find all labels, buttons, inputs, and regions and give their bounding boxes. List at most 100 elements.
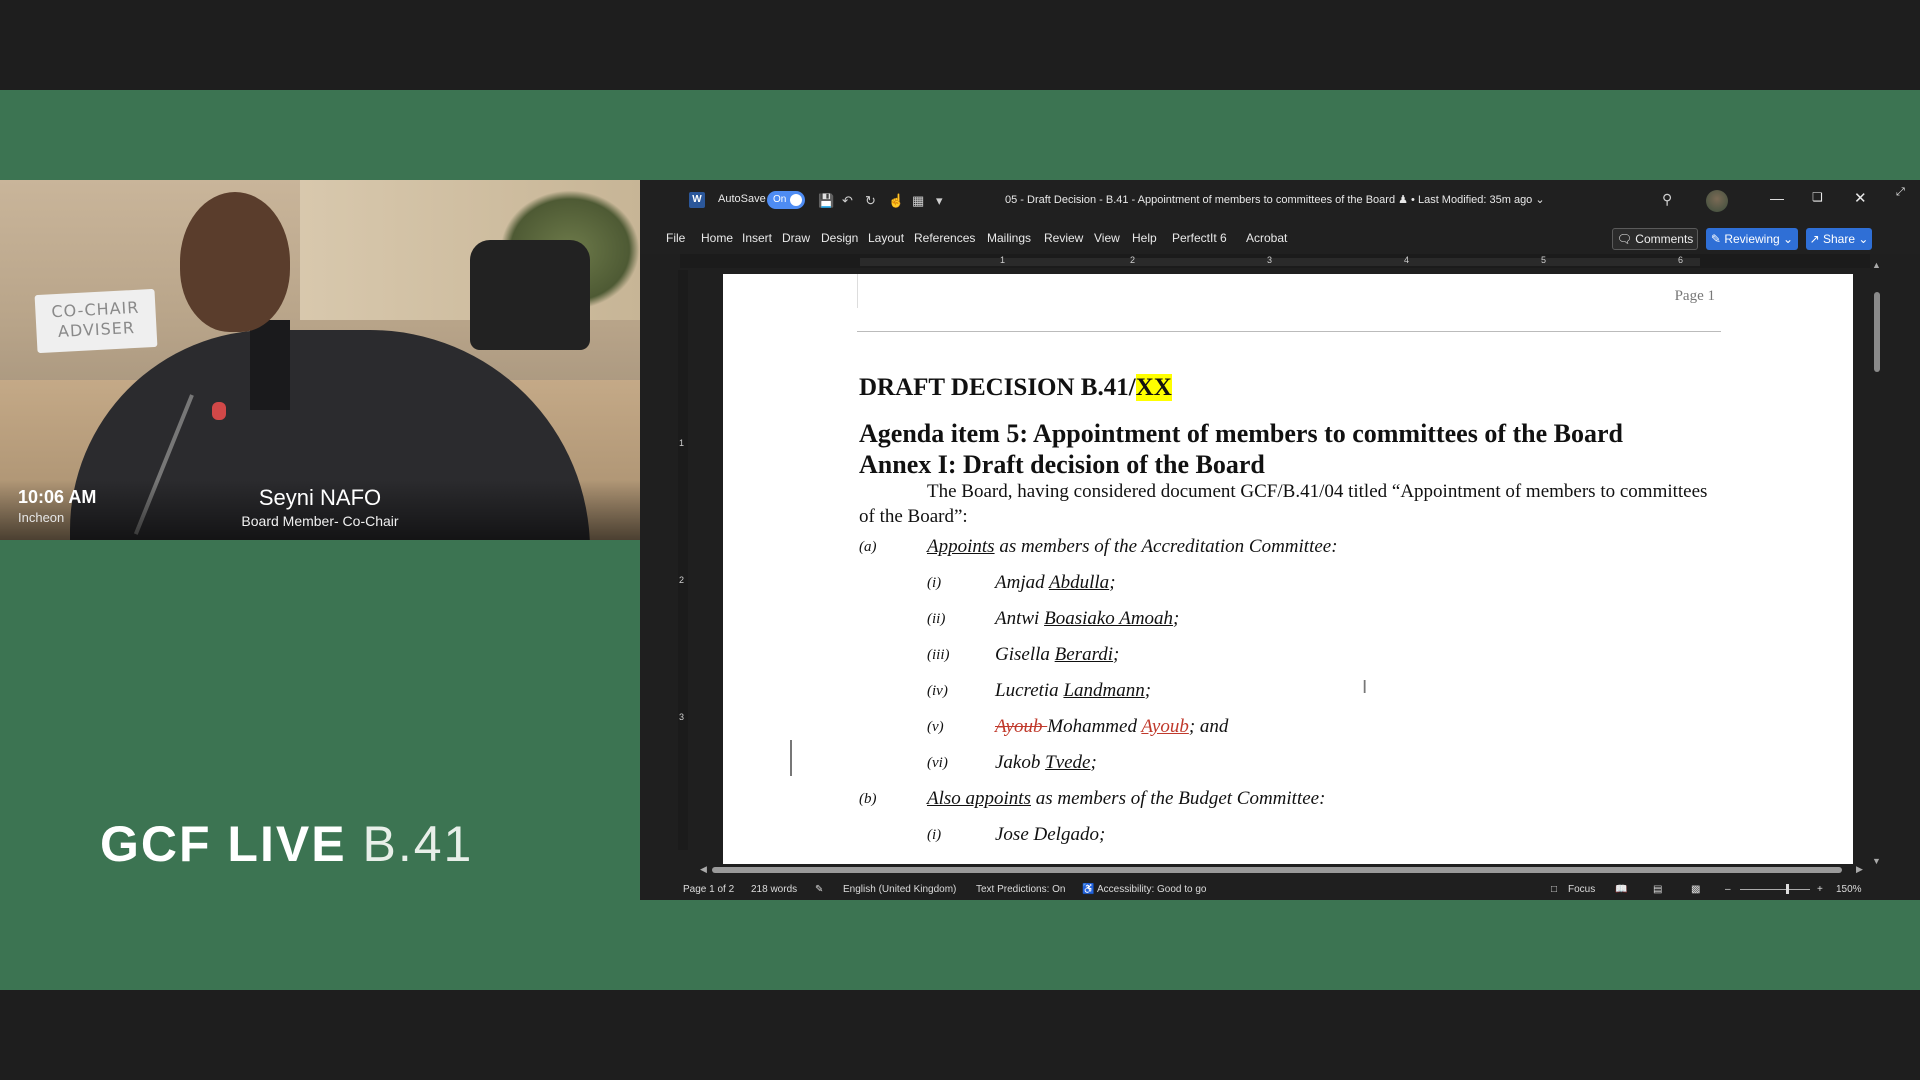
member-end: ; (1144, 680, 1152, 701)
web-layout-icon[interactable]: ▩ (1691, 884, 1700, 895)
last-modified: • Last Modified: 35m ago (1411, 194, 1533, 206)
member-first: Antwi (995, 608, 1045, 629)
member-item[interactable]: (iii) Gisella Berardi; (927, 644, 1119, 666)
proofing-icon[interactable]: ✎ (815, 884, 823, 895)
text-predictions[interactable]: Text Predictions: On (976, 884, 1065, 895)
share-button[interactable]: ↗ Share ⌄ (1806, 228, 1872, 250)
scroll-right-icon[interactable]: ▶ (1856, 864, 1863, 875)
save-icon[interactable]: 💾 (818, 193, 834, 209)
tab-insert[interactable]: Insert (742, 231, 772, 245)
speaker-name: Seyni NAFO (258, 485, 382, 510)
accessibility-status[interactable]: Accessibility: Good to go (1097, 884, 1207, 895)
item-a[interactable]: (a) Appoints as members of the Accredita… (859, 536, 1559, 558)
expand-icon[interactable]: ⤢ (1896, 186, 1905, 199)
tab-home[interactable]: Home (701, 231, 733, 245)
tab-review[interactable]: Review (1044, 231, 1083, 245)
location: Incheon (18, 510, 65, 525)
document-title-text: 05 - Draft Decision - B.41 - Appointment… (1005, 194, 1396, 206)
tab-view[interactable]: View (1094, 231, 1120, 245)
annex-line: Annex I: Draft decision of the Board (859, 450, 1265, 479)
video-bag (470, 240, 590, 350)
tab-layout[interactable]: Layout (868, 231, 904, 245)
scroll-thumb[interactable] (1874, 292, 1880, 372)
print-layout-icon[interactable]: ▤ (1653, 884, 1662, 895)
intro-paragraph[interactable]: The Board, having considered document GC… (859, 479, 1719, 529)
member-end: ; and (1188, 716, 1229, 737)
word-count[interactable]: 218 words (751, 884, 797, 895)
member-end: ; (1113, 644, 1120, 665)
scroll-up-icon[interactable]: ▲ (1872, 260, 1881, 270)
chevron-down-icon: ⌄ (1779, 232, 1794, 246)
customize-toolbar-icon[interactable]: ▾ (936, 193, 943, 209)
title-bar: W AutoSave On 💾 ↶ ↻ ☝ ▦ ▾ 05 - Draft Dec… (640, 180, 1920, 222)
vertical-scrollbar[interactable]: ▲ ▼ (1870, 260, 1884, 870)
focus-icon[interactable]: □ (1551, 884, 1557, 895)
table-icon[interactable]: ▦ (912, 193, 924, 209)
member-mark: (i) (927, 575, 942, 591)
accessibility-icon[interactable]: ♿ (1082, 884, 1094, 895)
comments-label: Comments (1635, 232, 1694, 246)
page-count[interactable]: Page 1 of 2 (683, 884, 734, 895)
member-first: Lucretia (995, 680, 1064, 701)
touch-mode-icon[interactable]: ☝ (888, 193, 904, 209)
item-b[interactable]: (b) Also appoints as members of the Budg… (859, 788, 1559, 810)
name-placard: CO-CHAIR ADVISER (34, 288, 158, 354)
tab-perfectit[interactable]: PerfectIt 6 (1172, 231, 1227, 245)
item-b-text: as members of the Budget Committee: (1030, 788, 1326, 809)
horizontal-scrollbar[interactable]: ◀ ▶ (690, 864, 1870, 876)
item-b-verb: Also appoints (927, 788, 1031, 809)
scroll-left-icon[interactable]: ◀ (700, 864, 707, 875)
ruler-number: 5 (1541, 255, 1547, 265)
member-item[interactable]: (i) Jose Delgado; (927, 824, 1105, 846)
focus-mode[interactable]: Focus (1568, 884, 1595, 895)
undo-icon[interactable]: ↶ (842, 193, 853, 209)
avatar[interactable] (1706, 190, 1728, 212)
member-end: ; (1090, 752, 1097, 773)
member-item[interactable]: (i) Amjad Abdulla; (927, 572, 1116, 594)
tab-file[interactable]: File (666, 231, 685, 245)
member-last: Landmann (1063, 680, 1145, 701)
read-mode-icon[interactable]: 📖 (1615, 884, 1627, 895)
ruler-number: 3 (679, 712, 685, 722)
chevron-down-icon: ⌄ (1855, 232, 1869, 246)
comments-button[interactable]: 🗨 Comments (1612, 228, 1698, 250)
member-mark: (i) (927, 827, 942, 843)
minimize-icon[interactable]: — (1770, 190, 1784, 206)
document-page[interactable]: Page 1 DRAFT DECISION B.41/XX Agenda ite… (723, 274, 1853, 864)
restore-icon[interactable]: ❏ (1812, 190, 1823, 204)
member-item-tracked-change[interactable]: (v) Ayoub Mohammed Ayoub; and (927, 716, 1228, 738)
member-item[interactable]: (iv) Lucretia Landmann; (927, 680, 1151, 702)
tab-references[interactable]: References (914, 231, 975, 245)
scroll-thumb[interactable] (712, 867, 1842, 873)
zoom-slider-knob[interactable] (1786, 884, 1789, 894)
zoom-level[interactable]: 150% (1836, 884, 1862, 895)
member-last: Abdulla (1049, 572, 1110, 593)
vertical-ruler[interactable]: 1 2 3 (678, 270, 688, 850)
tab-draw[interactable]: Draw (782, 231, 810, 245)
close-icon[interactable]: ✕ (1854, 189, 1867, 207)
search-icon[interactable]: ⚲ (1662, 191, 1672, 208)
member-mark: (iv) (927, 683, 948, 699)
reviewing-button[interactable]: ✎ Reviewing ⌄ (1706, 228, 1798, 250)
tab-acrobat[interactable]: Acrobat (1246, 231, 1287, 245)
zoom-slider[interactable] (1740, 889, 1810, 890)
tab-help[interactable]: Help (1132, 231, 1157, 245)
ruler-number: 6 (1678, 255, 1684, 265)
zoom-in-icon[interactable]: + (1817, 884, 1823, 895)
member-name: Jose Delgado; (995, 824, 1106, 845)
member-item[interactable]: (vi) Jakob Tvede; (927, 752, 1097, 774)
decision-title[interactable]: DRAFT DECISION B.41/XX (859, 374, 1172, 402)
tab-design[interactable]: Design (821, 231, 858, 245)
ruler-number: 1 (1000, 255, 1006, 265)
document-title[interactable]: 05 - Draft Decision - B.41 - Appointment… (1005, 193, 1545, 206)
member-item[interactable]: (ii) Antwi Boasiako Amoah; (927, 608, 1179, 630)
tab-mailings[interactable]: Mailings (987, 231, 1031, 245)
redo-icon[interactable]: ↻ (865, 193, 876, 209)
scroll-down-icon[interactable]: ▼ (1872, 856, 1881, 866)
autosave-toggle[interactable]: On (767, 191, 805, 209)
member-first: Jakob (995, 752, 1046, 773)
horizontal-ruler[interactable]: 1 2 3 4 5 6 (680, 254, 1870, 268)
agenda-heading[interactable]: Agenda item 5: Appointment of members to… (859, 418, 1623, 480)
language[interactable]: English (United Kingdom) (843, 884, 956, 895)
zoom-out-icon[interactable]: – (1725, 884, 1731, 895)
